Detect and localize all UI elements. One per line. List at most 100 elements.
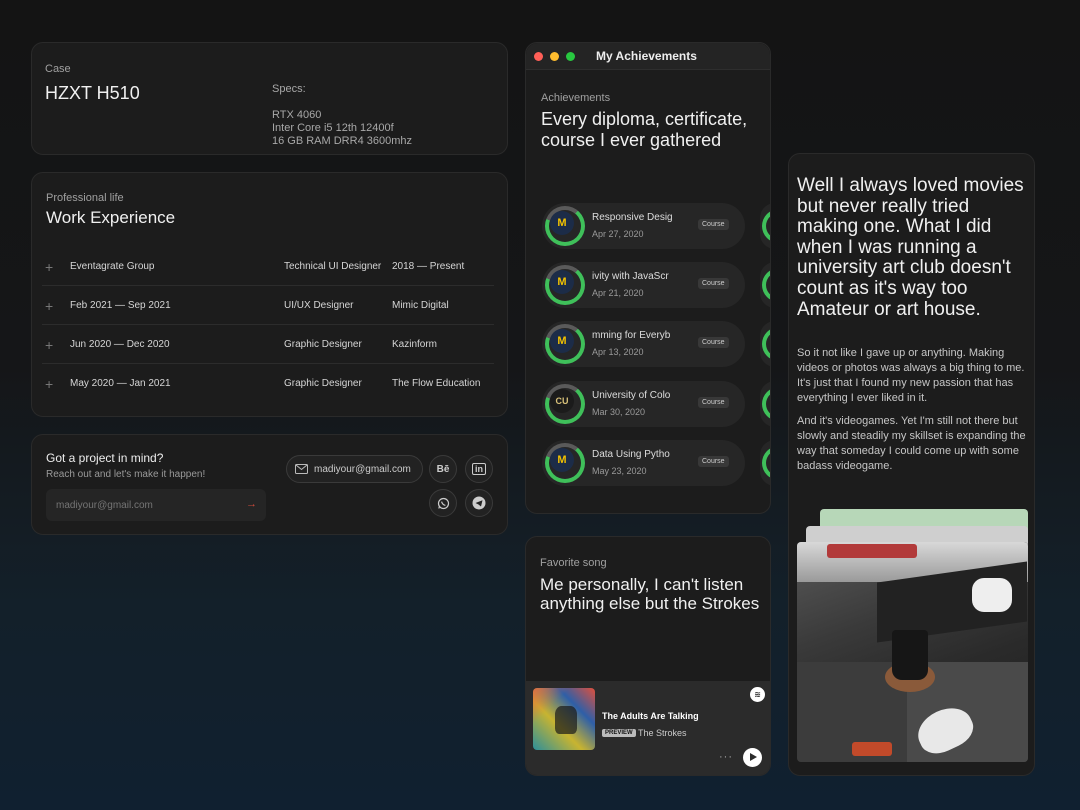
- work-period: May 2020 — Jan 2021: [70, 378, 171, 389]
- story-paragraph-2: And it's videogames. Yet I'm still not t…: [797, 415, 1026, 472]
- song-title: Me personally, I can't listen anything e…: [540, 575, 760, 613]
- work-company: Mimic Digital: [392, 300, 449, 311]
- story-paragraph-1: So it not like I gave up or anything. Ma…: [797, 347, 1025, 404]
- specs-label: Specs:: [272, 83, 306, 95]
- course-badge: Course: [698, 337, 729, 348]
- university-logo-icon: M: [550, 211, 574, 235]
- achievement-date: May 23, 2020: [592, 466, 647, 476]
- track-title: The Adults Are Talking: [602, 711, 699, 721]
- achievement-card-peek[interactable]: [760, 440, 770, 486]
- case-card: Case HZXT H510 Specs: RTX 4060 Inter Cor…: [31, 42, 508, 155]
- plus-icon[interactable]: +: [45, 376, 53, 392]
- zoom-window-button[interactable]: [566, 52, 575, 61]
- specs-list: RTX 4060 Inter Core i5 12th 12400f 16 GB…: [272, 109, 412, 148]
- window-title: My Achievements: [596, 49, 697, 63]
- plus-icon[interactable]: +: [45, 259, 53, 275]
- course-badge: Course: [698, 219, 729, 230]
- send-arrow-icon[interactable]: →: [246, 498, 257, 510]
- linkedin-icon: in: [472, 463, 486, 475]
- work-row[interactable]: + Feb 2021 — Sep 2021 UI/UX Designer Mim…: [42, 286, 494, 325]
- minimize-window-button[interactable]: [550, 52, 559, 61]
- contact-heading: Got a project in mind?: [46, 451, 164, 465]
- achievement-name: Data Using Pytho: [592, 449, 670, 460]
- work-role: Graphic Designer: [284, 378, 362, 389]
- song-label: Favorite song: [540, 557, 607, 569]
- preview-badge: PREVIEW: [602, 729, 636, 737]
- work-title: Work Experience: [46, 208, 176, 227]
- achievement-date: Apr 13, 2020: [592, 347, 644, 357]
- achievement-name: University of Colo: [592, 390, 671, 401]
- work-row[interactable]: + Eventagrate Group Technical UI Designe…: [42, 247, 494, 286]
- plus-icon[interactable]: +: [45, 298, 53, 314]
- achievement-card[interactable]: M mming for Everyb Apr 13, 2020 Course: [542, 321, 745, 367]
- university-logo-icon: M: [550, 329, 574, 353]
- achievement-card-peek[interactable]: [760, 381, 770, 427]
- course-badge: Course: [698, 278, 729, 289]
- work-company: Kazinform: [392, 339, 438, 350]
- album-cover: [533, 688, 595, 750]
- course-badge: Course: [698, 397, 729, 408]
- work-period: Jun 2020 — Dec 2020: [70, 339, 170, 350]
- achievement-date: Mar 30, 2020: [592, 407, 646, 417]
- achievement-card-peek[interactable]: [760, 321, 770, 367]
- spec-gpu: RTX 4060: [272, 109, 322, 121]
- achievement-card[interactable]: M Data Using Pytho May 23, 2020 Course: [542, 440, 745, 486]
- close-window-button[interactable]: [534, 52, 543, 61]
- achievement-date: Apr 27, 2020: [592, 229, 644, 239]
- telegram-button[interactable]: [465, 489, 493, 517]
- achievement-name: mming for Everyb: [592, 330, 671, 341]
- desk-photo: [797, 542, 1028, 762]
- work-row[interactable]: + Jun 2020 — Dec 2020 Graphic Designer K…: [42, 325, 494, 364]
- spotify-icon[interactable]: ≋: [750, 687, 765, 702]
- achievements-label: Achievements: [541, 92, 611, 104]
- more-options-icon[interactable]: ···: [719, 751, 733, 763]
- work-list: + Eventagrate Group Technical UI Designe…: [42, 247, 494, 403]
- mail-icon: [295, 464, 308, 474]
- story-card: Well I always loved movies but never rea…: [788, 153, 1035, 776]
- email-text: madiyour@gmail.com: [314, 463, 411, 475]
- course-badge: Course: [698, 456, 729, 467]
- contact-subtitle: Reach out and let's make it happen!: [46, 469, 206, 480]
- linkedin-button[interactable]: in: [465, 455, 493, 483]
- achievement-card[interactable]: CU University of Colo Mar 30, 2020 Cours…: [542, 381, 745, 427]
- university-logo-icon: M: [550, 270, 574, 294]
- whatsapp-button[interactable]: [429, 489, 457, 517]
- work-company: 2018 — Present: [392, 261, 465, 272]
- telegram-icon: [472, 496, 486, 510]
- email-input[interactable]: [46, 489, 266, 521]
- achievement-card[interactable]: M ivity with JavaScr Apr 21, 2020 Course: [542, 262, 745, 308]
- work-period: Feb 2021 — Sep 2021: [70, 300, 171, 311]
- achievements-window: My Achievements Achievements Every diplo…: [525, 42, 771, 514]
- spec-cpu: Inter Core i5 12th 12400f: [272, 122, 394, 134]
- work-row[interactable]: + May 2020 — Jan 2021 Graphic Designer T…: [42, 364, 494, 403]
- work-role: Graphic Designer: [284, 339, 362, 350]
- window-titlebar: My Achievements: [526, 43, 770, 70]
- contact-card: Got a project in mind? Reach out and let…: [31, 434, 508, 535]
- case-label: Case: [45, 63, 71, 75]
- work-experience-card: Professional life Work Experience + Even…: [31, 172, 508, 417]
- behance-icon: Bē: [436, 463, 450, 475]
- work-role: Technical UI Designer: [284, 261, 382, 272]
- spotify-player: ≋ The Adults Are Talking PREVIEW The Str…: [526, 681, 770, 775]
- favorite-song-card: Favorite song Me personally, I can't lis…: [525, 536, 771, 776]
- email-button[interactable]: madiyour@gmail.com: [286, 455, 423, 483]
- work-company: The Flow Education: [392, 378, 481, 389]
- university-logo-icon: CU: [550, 389, 574, 413]
- achievement-name: ivity with JavaScr: [592, 271, 669, 282]
- whatsapp-icon: [437, 497, 449, 509]
- plus-icon[interactable]: +: [45, 337, 53, 353]
- achievement-name: Responsive Desig: [592, 212, 673, 223]
- achievement-date: Apr 21, 2020: [592, 288, 644, 298]
- university-logo-icon: M: [550, 448, 574, 472]
- work-period: Eventagrate Group: [70, 261, 155, 272]
- work-role: UI/UX Designer: [284, 300, 354, 311]
- achievement-card-peek[interactable]: [760, 262, 770, 308]
- achievement-card[interactable]: M Responsive Desig Apr 27, 2020 Course: [542, 203, 745, 249]
- behance-button[interactable]: Bē: [429, 455, 457, 483]
- spec-ram: 16 GB RAM DRR4 3600mhz: [272, 135, 412, 147]
- achievement-card-peek[interactable]: [760, 203, 770, 249]
- achievements-title: Every diploma, certificate, course I eve…: [541, 109, 748, 150]
- play-button[interactable]: [743, 748, 762, 767]
- artist-name: The Strokes: [638, 728, 687, 738]
- work-label: Professional life: [46, 192, 124, 204]
